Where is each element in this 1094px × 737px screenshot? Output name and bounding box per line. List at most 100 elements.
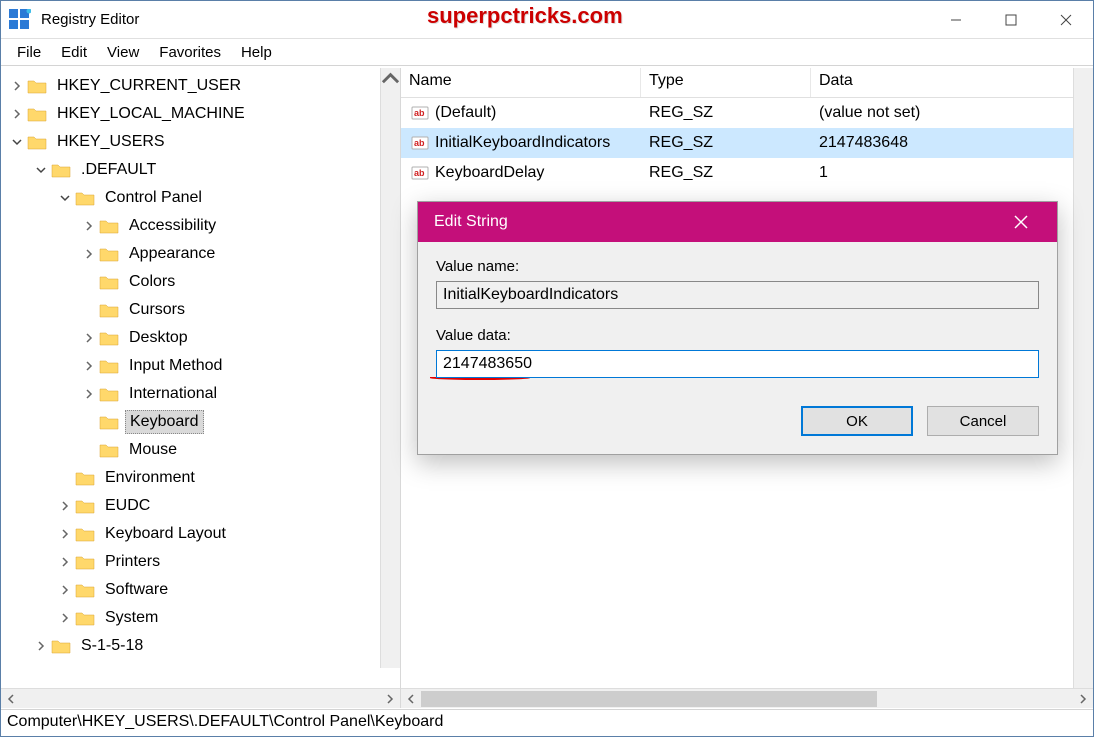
folder-icon <box>51 162 71 178</box>
list-vertical-scrollbar[interactable] <box>1073 68 1093 688</box>
menu-favorites[interactable]: Favorites <box>149 42 231 63</box>
tree-node[interactable]: .DEFAULT <box>9 156 400 184</box>
dialog-close-button[interactable] <box>1001 202 1041 242</box>
tree-node[interactable]: Control Panel <box>9 184 400 212</box>
tree-node[interactable]: Environment <box>9 464 400 492</box>
chevron-right-icon <box>81 302 97 318</box>
folder-icon <box>99 442 119 458</box>
value-data-field[interactable] <box>436 350 1039 378</box>
cancel-button[interactable]: Cancel <box>927 406 1039 436</box>
tree-node-label: International <box>125 383 221 405</box>
tree-node[interactable]: HKEY_USERS <box>9 128 400 156</box>
tree-node-label: System <box>101 607 162 629</box>
col-header-type[interactable]: Type <box>641 68 811 97</box>
tree-node[interactable]: HKEY_LOCAL_MACHINE <box>9 100 400 128</box>
chevron-right-icon <box>81 274 97 290</box>
chevron-right-icon[interactable] <box>33 638 49 654</box>
scroll-right-arrow-icon[interactable] <box>380 694 400 704</box>
chevron-down-icon[interactable] <box>57 190 73 206</box>
tree-node[interactable]: Software <box>9 576 400 604</box>
chevron-right-icon[interactable] <box>57 554 73 570</box>
tree-node[interactable]: S-1-5-18 <box>9 632 400 660</box>
chevron-down-icon[interactable] <box>33 162 49 178</box>
close-button[interactable] <box>1038 1 1093 39</box>
tree-horizontal-scrollbar[interactable] <box>1 688 400 708</box>
folder-icon <box>99 274 119 290</box>
scroll-right-arrow-icon[interactable] <box>1073 694 1093 704</box>
tree-node[interactable]: Desktop <box>9 324 400 352</box>
tree-node[interactable]: Accessibility <box>9 212 400 240</box>
scroll-up-arrow-icon[interactable] <box>381 68 400 88</box>
tree-node[interactable]: Colors <box>9 268 400 296</box>
chevron-right-icon[interactable] <box>57 498 73 514</box>
list-horizontal-scrollbar[interactable] <box>401 688 1093 708</box>
minimize-button[interactable] <box>928 1 983 39</box>
dialog-title-text: Edit String <box>434 213 1001 231</box>
folder-icon <box>99 246 119 262</box>
value-type: REG_SZ <box>641 134 811 152</box>
tree-node-label: EUDC <box>101 495 154 517</box>
chevron-right-icon[interactable] <box>57 526 73 542</box>
svg-text:ab: ab <box>414 108 425 118</box>
tree-node-label: Printers <box>101 551 164 573</box>
menu-edit[interactable]: Edit <box>51 42 97 63</box>
value-type: REG_SZ <box>641 104 811 122</box>
tree-node[interactable]: Cursors <box>9 296 400 324</box>
tree-node[interactable]: System <box>9 604 400 632</box>
chevron-right-icon[interactable] <box>9 78 25 94</box>
tree-vertical-scrollbar[interactable] <box>380 68 400 668</box>
col-header-data[interactable]: Data <box>811 68 1093 97</box>
chevron-right-icon[interactable] <box>81 218 97 234</box>
scroll-left-arrow-icon[interactable] <box>401 694 421 704</box>
tree-node[interactable]: Keyboard <box>9 408 400 436</box>
folder-icon <box>99 330 119 346</box>
maximize-button[interactable] <box>983 1 1038 39</box>
menubar: File Edit View Favorites Help <box>1 39 1093 66</box>
folder-icon <box>75 190 95 206</box>
menu-file[interactable]: File <box>7 42 51 63</box>
chevron-right-icon[interactable] <box>81 386 97 402</box>
chevron-right-icon[interactable] <box>57 610 73 626</box>
tree-node-label: HKEY_CURRENT_USER <box>53 75 245 97</box>
menu-help[interactable]: Help <box>231 42 282 63</box>
watermark-text: superpctricks.com <box>427 3 623 29</box>
chevron-down-icon[interactable] <box>9 134 25 150</box>
tree-node-label: Environment <box>101 467 199 489</box>
value-data: (value not set) <box>811 104 1093 122</box>
tree-node-label: Cursors <box>125 299 189 321</box>
col-header-name[interactable]: Name <box>401 68 641 97</box>
tree-node[interactable]: International <box>9 380 400 408</box>
string-value-icon: ab <box>411 104 429 122</box>
list-row[interactable]: abInitialKeyboardIndicatorsREG_SZ2147483… <box>401 128 1093 158</box>
list-row[interactable]: ab(Default)REG_SZ(value not set) <box>401 98 1093 128</box>
tree-node[interactable]: HKEY_CURRENT_USER <box>9 72 400 100</box>
chevron-right-icon <box>57 470 73 486</box>
folder-icon <box>75 526 95 542</box>
list-row[interactable]: abKeyboardDelayREG_SZ1 <box>401 158 1093 188</box>
tree-node[interactable]: Mouse <box>9 436 400 464</box>
chevron-right-icon[interactable] <box>81 246 97 262</box>
tree-node[interactable]: Input Method <box>9 352 400 380</box>
tree-node-label: Desktop <box>125 327 192 349</box>
tree-node[interactable]: Keyboard Layout <box>9 520 400 548</box>
ok-button[interactable]: OK <box>801 406 913 436</box>
tree-node-label: Accessibility <box>125 215 220 237</box>
tree-node[interactable]: EUDC <box>9 492 400 520</box>
tree-node[interactable]: Appearance <box>9 240 400 268</box>
chevron-right-icon[interactable] <box>81 330 97 346</box>
edit-string-dialog: Edit String Value name: Value data: OK C… <box>417 201 1058 455</box>
chevron-right-icon[interactable] <box>57 582 73 598</box>
tree-node-label: Colors <box>125 271 179 293</box>
tree-node[interactable]: Printers <box>9 548 400 576</box>
chevron-right-icon[interactable] <box>81 358 97 374</box>
string-value-icon: ab <box>411 164 429 182</box>
chevron-right-icon[interactable] <box>9 106 25 122</box>
chevron-right-icon <box>81 414 97 430</box>
chevron-right-icon <box>81 442 97 458</box>
value-data: 2147483648 <box>811 134 1093 152</box>
registry-tree[interactable]: HKEY_CURRENT_USER HKEY_LOCAL_MACHINEHKEY_… <box>1 68 400 664</box>
tree-node-label: Input Method <box>125 355 226 377</box>
tree-node-label: Keyboard Layout <box>101 523 230 545</box>
menu-view[interactable]: View <box>97 42 149 63</box>
scroll-left-arrow-icon[interactable] <box>1 694 21 704</box>
